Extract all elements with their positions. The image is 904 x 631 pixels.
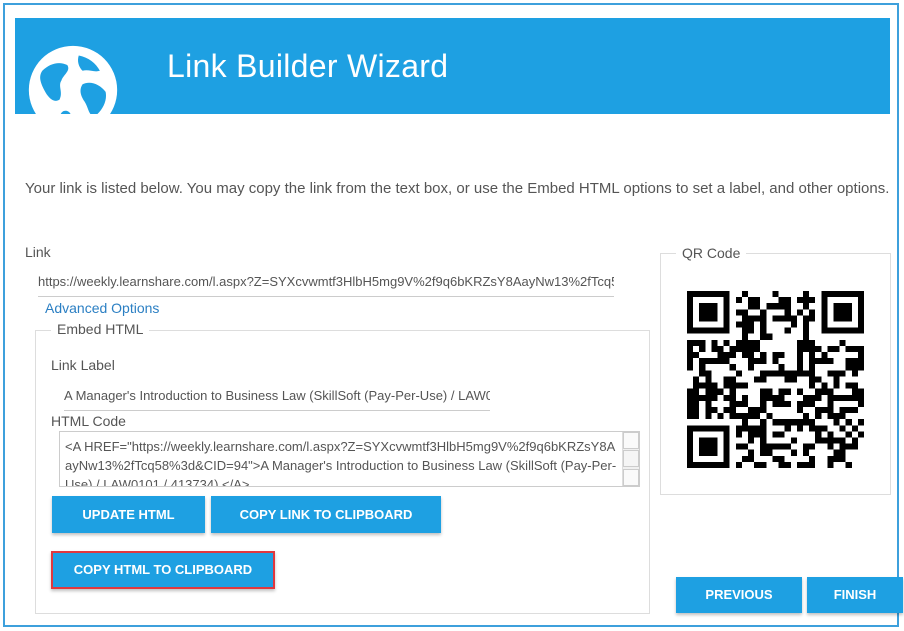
- finish-button[interactable]: FINISH: [807, 577, 903, 613]
- link-label-input[interactable]: [64, 380, 490, 411]
- link-label: Link: [25, 244, 51, 260]
- scroll-down-button[interactable]: [623, 469, 639, 486]
- html-code-scrollbar[interactable]: [622, 432, 639, 486]
- globe-icon: [28, 45, 118, 114]
- html-code-title: HTML Code: [51, 413, 126, 429]
- copy-html-button[interactable]: COPY HTML TO CLIPBOARD: [51, 551, 275, 589]
- qr-code-legend: QR Code: [676, 245, 747, 261]
- page-title: Link Builder Wizard: [167, 48, 449, 84]
- link-label-title: Link Label: [51, 357, 115, 373]
- advanced-options-link[interactable]: Advanced Options: [45, 300, 159, 316]
- html-code-text: <A HREF="https://weekly.learnshare.com/l…: [65, 439, 617, 487]
- previous-button[interactable]: PREVIOUS: [676, 577, 802, 613]
- scroll-thumb[interactable]: [623, 450, 639, 467]
- html-code-textarea[interactable]: <A HREF="https://weekly.learnshare.com/l…: [59, 431, 640, 487]
- scroll-up-button[interactable]: [623, 432, 639, 449]
- embed-html-legend: Embed HTML: [51, 321, 150, 337]
- link-input[interactable]: [38, 266, 614, 297]
- instructions-text: Your link is listed below. You may copy …: [25, 180, 890, 197]
- wizard-header: Link Builder Wizard: [15, 18, 890, 114]
- update-html-button[interactable]: UPDATE HTML: [52, 496, 205, 533]
- copy-link-button[interactable]: COPY LINK TO CLIPBOARD: [211, 496, 441, 533]
- qr-code-image: [687, 291, 864, 468]
